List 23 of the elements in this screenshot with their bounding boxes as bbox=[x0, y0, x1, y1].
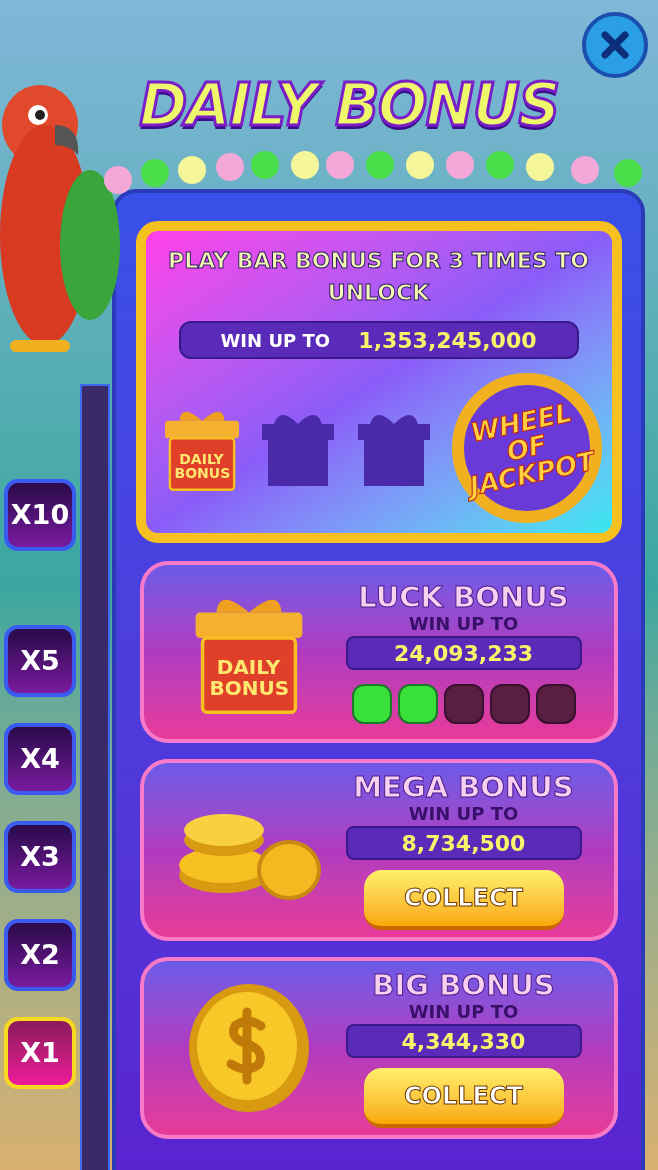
dollar-coin-icon bbox=[186, 982, 311, 1114]
unlock-heading: PLAY BAR BONUS FOR 3 TIMES TO UNLOCK bbox=[167, 247, 590, 307]
win-label: WIN UP TO bbox=[220, 328, 331, 353]
win-amount: 1,353,245,000 bbox=[358, 326, 537, 355]
win-amount: 4,344,330 bbox=[345, 1024, 582, 1058]
game-title: DAILY BONUS bbox=[139, 70, 559, 141]
multiplier-button[interactable]: X5 bbox=[4, 625, 76, 697]
win-label: WIN UP TO bbox=[408, 614, 519, 634]
multiplier-button[interactable]: X2 bbox=[4, 919, 76, 991]
win-label: WIN UP TO bbox=[408, 1002, 519, 1022]
multiplier-button[interactable]: X1 bbox=[4, 1017, 76, 1089]
multiplier-button[interactable]: X3 bbox=[4, 821, 76, 893]
win-amount: 24,093,233 bbox=[345, 636, 582, 670]
multiplier-button[interactable]: X10 bbox=[4, 479, 76, 551]
multiplier-button[interactable]: X4 bbox=[4, 723, 76, 795]
bonus-title: BIG BONUS bbox=[372, 968, 555, 1002]
gift-label: DAILY BONUS bbox=[174, 452, 229, 481]
close-icon bbox=[600, 30, 630, 60]
gift-label: DAILY BONUS bbox=[209, 656, 288, 699]
win-amount: 8,734,500 bbox=[345, 826, 582, 860]
win-label: WIN UP TO bbox=[408, 804, 519, 824]
bonus-title: LUCK BONUS bbox=[358, 580, 569, 614]
bonus-title: MEGA BONUS bbox=[353, 770, 574, 804]
